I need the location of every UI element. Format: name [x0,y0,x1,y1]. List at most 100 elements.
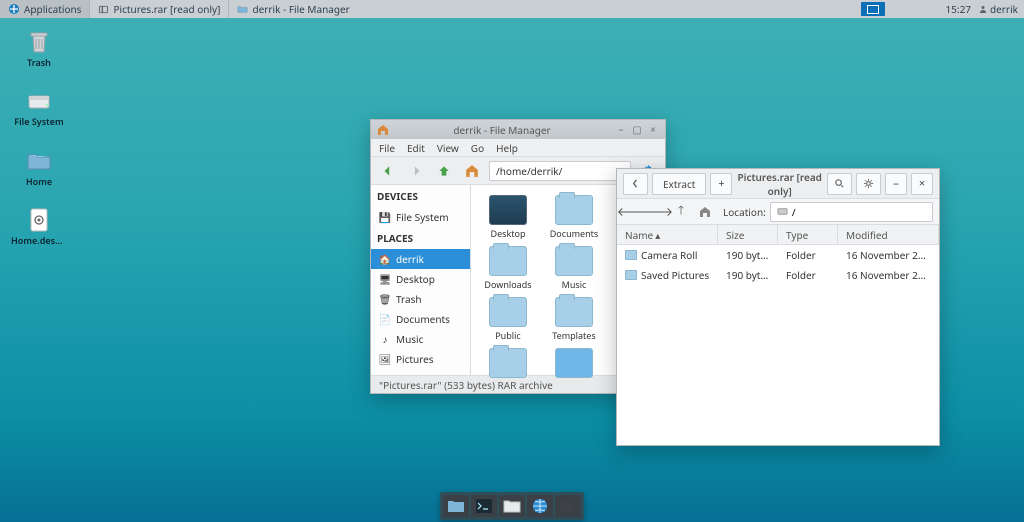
user-icon [979,5,987,13]
menu-help[interactable]: Help [496,141,518,155]
sidebar-item-derrik[interactable]: 🏠derrik [371,249,470,269]
fm-menubar: File Edit View Go Help [371,139,665,157]
minimize-button[interactable]: – [885,173,907,195]
sidebar-item-music[interactable]: ♪Music [371,329,470,349]
dock-terminal[interactable] [471,495,497,517]
folder-icon [555,246,593,276]
file-public[interactable]: Public [479,297,537,342]
archive-row[interactable]: Saved Pictures190 bytesFolder16 November… [617,265,939,285]
arrow-left-icon [381,164,395,178]
desktop-icon [489,195,527,225]
sidebar-item-file-system[interactable]: 💾File System [371,207,470,227]
taskbar-item-filemanager[interactable]: derrik - File Manager [228,0,357,18]
desktop-icon-label: Home [26,177,52,186]
dock-search[interactable] [555,495,581,517]
path-text: /home/derrik/ [496,164,562,178]
taskbar-item-label: derrik - File Manager [252,2,349,16]
file-desktop[interactable]: Desktop [479,195,537,240]
menu-file[interactable]: File [379,141,395,155]
user-menu[interactable]: derrik [979,2,1018,16]
sort-indicator-icon: ▴ [655,228,660,242]
folder-icon [625,250,637,260]
files-icon [447,498,465,514]
location-path-text: / [792,205,796,219]
sidebar-item-desktop[interactable]: 🖥Desktop [371,269,470,289]
folder-icon [489,348,527,378]
nav-up-button[interactable]: 🡑 [671,202,691,222]
archive-icon [98,4,109,15]
sidebar-item-label: Pictures [396,352,434,366]
back-button[interactable] [377,160,399,182]
desktop-icon: 🖥 [379,273,391,285]
applications-icon [8,3,20,15]
up-button[interactable] [433,160,455,182]
taskbar-item-archive[interactable]: Pictures.rar [read only] [89,0,228,18]
desktop-icon-drive[interactable]: File System [14,87,64,126]
folder-icon [555,297,593,327]
globe-icon [531,498,549,514]
column-size[interactable]: Size [718,225,778,244]
dock-files[interactable] [443,495,469,517]
minimize-button[interactable]: – [615,124,627,136]
desktop-icon-trash[interactable]: Trash [14,28,64,67]
close-button[interactable]: × [647,124,659,136]
menu-view[interactable]: View [437,141,459,155]
nav-forward-button[interactable]: 🡒 [647,202,667,222]
web-icon [503,498,521,514]
applications-menu-button[interactable]: Applications [0,0,89,18]
top-panel: Applications Pictures.rar [read only] de… [0,0,1024,18]
row-name: Saved Pictures [617,268,718,282]
folder-icon [237,4,248,15]
menu-edit[interactable]: Edit [407,141,425,155]
file-templates[interactable]: Templates [545,297,603,342]
menu-go[interactable]: Go [471,141,484,155]
sidebar-item-label: Trash [396,292,422,306]
sidebar-item-trash[interactable]: 🗑Trash [371,289,470,309]
sidebar-item-label: File System [396,210,449,224]
desktop-icon-label: Trash [27,58,51,67]
sidebar-item-documents[interactable]: 📄Documents [371,309,470,329]
search-button[interactable] [827,173,852,195]
settings-file-icon [25,206,53,234]
menu-button[interactable] [856,173,881,195]
close-button[interactable]: × [911,173,933,195]
archive-window: Extract + Pictures.rar [read only] – × 🡐… [616,168,940,446]
sidebar-item-pictures[interactable]: 🖼Pictures [371,349,470,369]
clock[interactable]: 15:27 [945,2,971,16]
folder-icon [625,270,637,280]
location-path[interactable]: / [770,202,933,222]
column-modified[interactable]: Modified [838,225,939,244]
file-label: Documents [550,227,599,240]
nav-home-button[interactable] [695,202,715,222]
file-label: Public [495,329,521,342]
file-documents[interactable]: Documents [545,195,603,240]
desktop-icon-folder[interactable]: Home [14,147,64,186]
desktop-icon-settings-file[interactable]: Home.deskt... [14,206,64,245]
path-bar[interactable]: /home/derrik/ [489,161,631,181]
file-downloads[interactable]: Downloads [479,246,537,291]
file-music[interactable]: Music [545,246,603,291]
dock-globe[interactable] [527,495,553,517]
extract-button[interactable]: Extract [652,173,706,195]
workspace-indicator[interactable] [855,0,891,18]
fm-titlebar[interactable]: derrik - File Manager – ▢ × [371,120,665,139]
forward-button[interactable] [405,160,427,182]
archive-row[interactable]: Camera Roll190 bytesFolder16 November 20… [617,245,939,265]
arch-file-list[interactable]: Name ▴SizeTypeModified Camera Roll190 by… [617,225,939,445]
back-button[interactable] [623,173,648,195]
archive-icon [555,348,593,378]
dock-web[interactable] [499,495,525,517]
add-button[interactable]: + [710,173,732,195]
row-modified: 16 November 2018,... [838,268,939,282]
trash-icon [25,28,53,56]
column-type[interactable]: Type [778,225,838,244]
home-button[interactable] [461,160,483,182]
file-label: Downloads [484,278,531,291]
user-label: derrik [990,2,1018,16]
applications-label: Applications [24,2,81,16]
search-icon [834,178,845,189]
column-name[interactable]: Name ▴ [617,225,718,244]
maximize-button[interactable]: ▢ [631,124,643,136]
arch-location-bar: 🡐 🡒 🡑 Location: / [617,199,939,225]
extract-label: Extract [663,177,695,191]
